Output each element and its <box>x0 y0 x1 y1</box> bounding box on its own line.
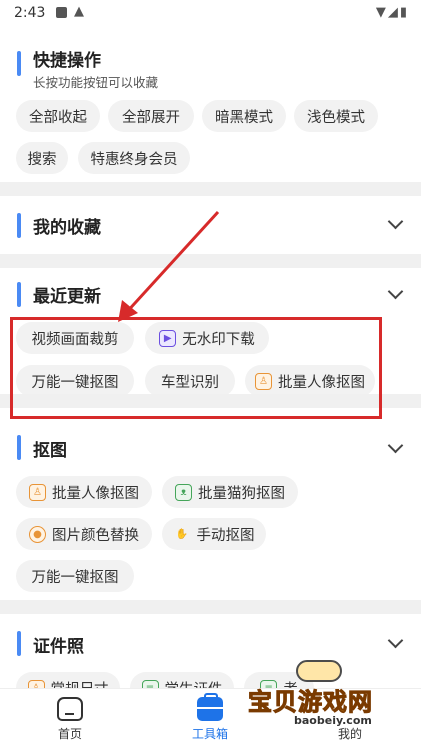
recent-updates-section: 最近更新 视频画面裁剪 ▶ 无水印下载 万能一键抠图 车型识别 ♙ 批量人像抠图 <box>0 268 421 397</box>
chevron-down-icon[interactable] <box>387 283 404 300</box>
one-click-cutout-chip[interactable]: 万能一键抠图 <box>16 560 134 592</box>
section-divider <box>0 600 421 614</box>
car-recognition-chip[interactable]: 车型识别 <box>145 365 235 397</box>
dark-mode-chip[interactable]: 暗黑模式 <box>202 100 286 132</box>
color-replace-chip[interactable]: ● 图片颜色替换 <box>16 518 152 550</box>
batch-portrait-cutout-chip[interactable]: ♙ 批量人像抠图 <box>16 476 152 508</box>
section-accent-bar <box>17 631 21 656</box>
chip-label: 批量人像抠图 <box>278 374 365 391</box>
portrait-icon: ♙ <box>29 483 46 501</box>
user-icon <box>337 697 363 721</box>
bottom-navigation: 首页 工具箱 我的 <box>0 688 421 750</box>
nav-home[interactable]: 首页 <box>30 697 110 742</box>
quick-actions-title: 快捷操作 <box>33 51 101 71</box>
chevron-down-icon[interactable] <box>387 437 404 454</box>
signal-battery-icons: ▼◢▮ <box>375 5 409 20</box>
recent-updates-title: 最近更新 <box>33 287 101 307</box>
chevron-down-icon[interactable] <box>387 213 404 230</box>
quick-actions-subtitle: 长按功能按钮可以收藏 <box>33 75 159 90</box>
chevron-down-icon[interactable] <box>387 632 404 649</box>
collapse-all-chip[interactable]: 全部收起 <box>16 100 100 132</box>
chip-label: 学生证件 <box>165 678 223 689</box>
chip-label: 图片颜色替换 <box>52 527 139 544</box>
id-photo-section: 证件照 ♙ 常规尺寸 ≡ 学生证件 ≡ 考 <box>0 614 421 688</box>
section-accent-bar <box>17 51 21 76</box>
status-bar: 2:43 ▲ ▼◢▮ <box>0 0 421 26</box>
nav-toolbox-label: 工具箱 <box>191 727 228 741</box>
video-crop-chip[interactable]: 视频画面裁剪 <box>16 322 134 354</box>
favorites-section[interactable]: 我的收藏 <box>0 196 421 254</box>
chip-label: 批量猫狗抠图 <box>198 485 285 502</box>
chip-label: 无水印下载 <box>182 331 255 348</box>
hand-icon: ✋ <box>175 528 189 540</box>
section-accent-bar <box>17 213 21 238</box>
no-watermark-download-chip[interactable]: ▶ 无水印下载 <box>145 322 269 354</box>
batch-portrait-cutout-chip[interactable]: ♙ 批量人像抠图 <box>245 365 375 397</box>
section-accent-bar <box>17 282 21 307</box>
expand-all-chip[interactable]: 全部展开 <box>108 100 194 132</box>
nav-mine[interactable]: 我的 <box>310 697 390 742</box>
toolbox-icon <box>197 693 223 721</box>
cat-icon: ᴥ <box>175 483 192 501</box>
manual-cutout-chip[interactable]: ✋ 手动抠图 <box>162 518 266 550</box>
light-mode-chip[interactable]: 浅色模式 <box>294 100 378 132</box>
section-divider <box>0 182 421 196</box>
play-icon: ▶ <box>159 329 177 347</box>
chip-label: 手动抠图 <box>196 527 255 544</box>
batch-pet-cutout-chip[interactable]: ᴥ 批量猫狗抠图 <box>162 476 298 508</box>
exam-icon: ≡ <box>260 679 278 688</box>
notification-app-icon <box>56 7 67 18</box>
id-photo-title: 证件照 <box>33 637 84 657</box>
chip-label: 批量人像抠图 <box>52 485 139 502</box>
chip-label: 常规尺寸 <box>51 678 109 689</box>
section-divider <box>0 394 421 408</box>
exam-photo-chip[interactable]: ≡ 考 <box>244 672 314 688</box>
cutout-section: 抠图 ♙ 批量人像抠图 ᴥ 批量猫狗抠图 ● 图片颜色替换 ✋ 手动抠图 万能一… <box>0 408 421 600</box>
search-chip[interactable]: 搜索 <box>16 142 68 174</box>
section-accent-bar <box>17 435 21 460</box>
lifetime-vip-chip[interactable]: 特惠终身会员 <box>78 142 190 174</box>
section-divider <box>0 254 421 268</box>
palette-icon: ● <box>29 525 46 543</box>
portrait-icon: ♙ <box>255 372 272 390</box>
chip-label: 万能一键抠图 <box>31 374 119 391</box>
warning-icon: ▲ <box>74 4 84 19</box>
student-id-chip[interactable]: ≡ 学生证件 <box>130 672 234 688</box>
student-icon: ≡ <box>141 679 159 688</box>
chip-label: 车型识别 <box>161 374 219 391</box>
chip-label: 考 <box>283 678 298 689</box>
home-icon <box>57 697 83 721</box>
quick-actions-section: 快捷操作 长按功能按钮可以收藏 全部收起 全部展开 暗黑模式 浅色模式 搜索 特… <box>0 26 421 182</box>
nav-mine-label: 我的 <box>337 727 362 741</box>
standard-size-chip[interactable]: ♙ 常规尺寸 <box>16 672 120 688</box>
chip-label: 万能一键抠图 <box>31 569 119 586</box>
favorites-title: 我的收藏 <box>33 218 101 238</box>
nav-toolbox[interactable]: 工具箱 <box>170 693 250 742</box>
nav-home-label: 首页 <box>57 727 82 741</box>
one-click-cutout-chip[interactable]: 万能一键抠图 <box>16 365 134 397</box>
portrait-icon: ♙ <box>27 679 45 688</box>
chip-label: 视频画面裁剪 <box>31 331 119 348</box>
status-time: 2:43 <box>14 5 46 21</box>
cutout-title: 抠图 <box>33 441 67 461</box>
